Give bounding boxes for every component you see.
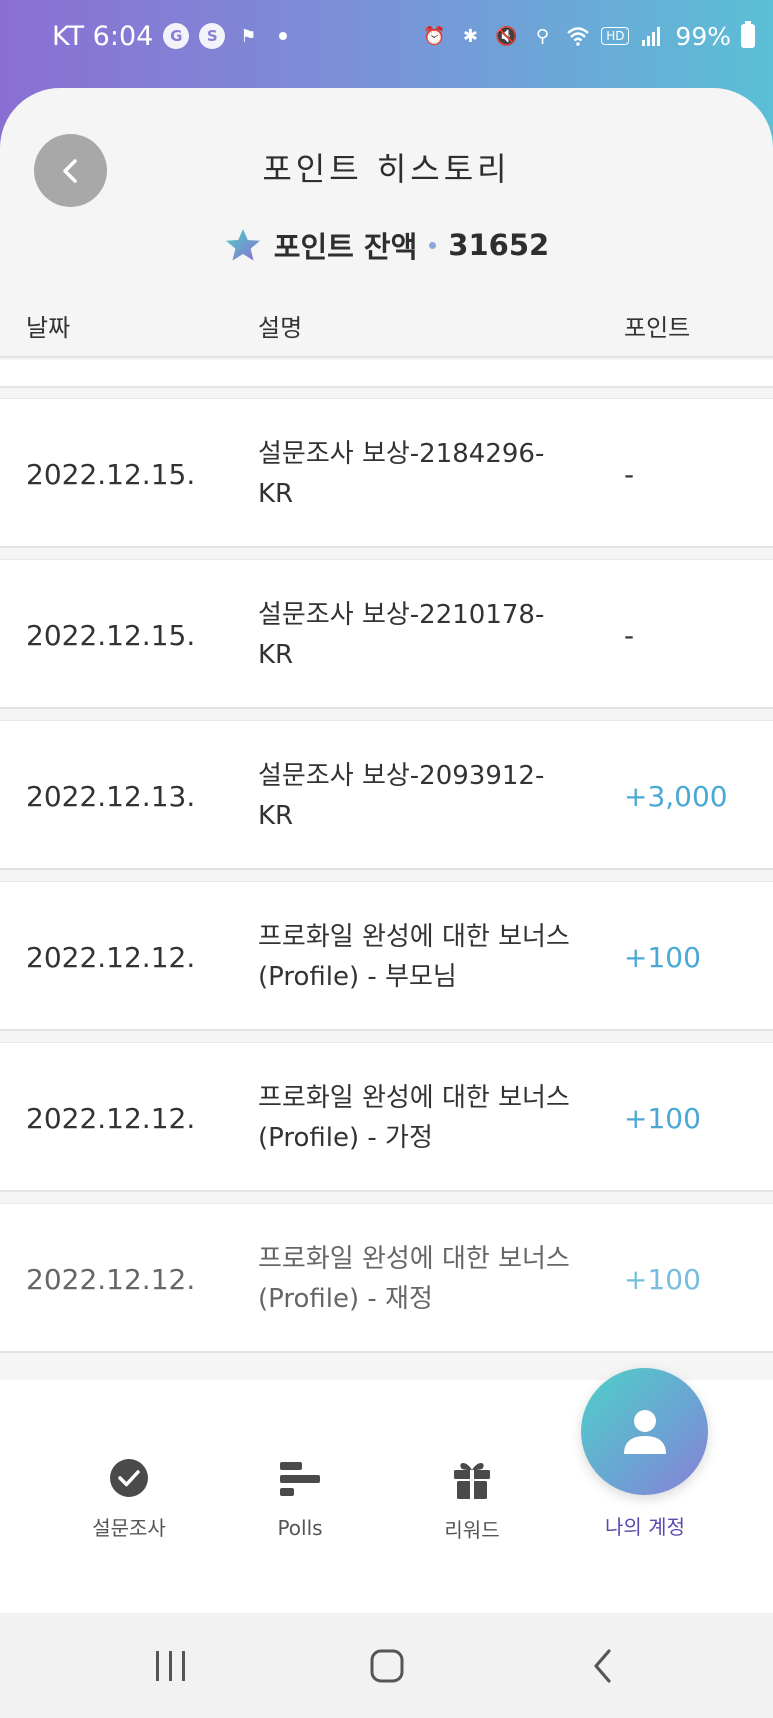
nav-label: Polls [277, 1516, 323, 1540]
row-points: +100 [624, 940, 701, 974]
column-points: 포인트 [624, 314, 691, 342]
row-date: 2022.12.15. [26, 457, 196, 491]
star-icon [225, 229, 260, 261]
table-row: 2022.12.12. 프로화일 완성에 대한 보너스 (Profile) - … [0, 1042, 773, 1192]
g-icon: G [163, 23, 190, 49]
row-date: 2022.12.12. [26, 1262, 196, 1296]
nav-item-surveys[interactable]: 설문조사 [49, 1380, 209, 1540]
signal-icon [639, 23, 665, 49]
row-description: 프로화일 완성에 대한 보너스 (Profile) - 부모님 [258, 922, 570, 992]
account-fab-button[interactable] [581, 1368, 708, 1495]
separator-dot-icon [429, 241, 437, 249]
system-nav-bar [0, 1613, 773, 1718]
flag-icon: ⚑ [240, 25, 257, 47]
recent-apps-button[interactable] [111, 1613, 231, 1718]
mute-icon: 🔇 [495, 25, 518, 47]
status-left: KT 6:04 G S ⚑ [52, 18, 288, 54]
battery-text: 99% [675, 21, 731, 51]
user-icon [623, 1409, 666, 1454]
table-row: 2022.12.13. 설문조사 보상-2093912-KR +3,000 [0, 720, 773, 870]
row-date: 2022.12.12. [26, 1101, 196, 1135]
row-points: - [624, 457, 635, 491]
notification-dot-icon [279, 32, 288, 40]
nav-label: 리워드 [444, 1518, 500, 1542]
home-icon [370, 1649, 404, 1682]
location-icon: ⚲ [535, 25, 550, 47]
nav-item-polls[interactable]: Polls [220, 1380, 380, 1540]
battery-icon [741, 21, 755, 48]
s-icon: S [199, 23, 226, 49]
points-balance: 포인트 잔액 31652 [0, 224, 773, 266]
row-description: 프로화일 완성에 대한 보너스 (Profile) - 가정 [258, 1083, 570, 1153]
back-chevron-icon [594, 1648, 611, 1683]
carrier-time: KT 6:04 [52, 20, 154, 52]
home-button[interactable] [327, 1613, 447, 1718]
recent-apps-icon [156, 1650, 185, 1681]
history-list[interactable]: 2022.12.15. 설문조사 보상-2184296-KR - 2022.12… [0, 360, 773, 1460]
bluetooth-icon: ✱ [462, 25, 478, 47]
column-date: 날짜 [26, 314, 71, 342]
balance-label: 포인트 잔액 [273, 230, 418, 264]
status-right: ⏰ ✱ 🔇 ⚲ HD 99% [421, 18, 755, 54]
table-row: 2022.12.12. 프로화일 완성에 대한 보너스 (Profile) - … [0, 881, 773, 1031]
row-points: +100 [624, 1101, 701, 1135]
row-date: 2022.12.15. [26, 618, 196, 652]
row-date: 2022.12.12. [26, 940, 196, 974]
row-description: 설문조사 보상-2184296-KR [258, 439, 545, 509]
table-row: 2022.12.12. 프로화일 완성에 대한 보너스 (Profile) - … [0, 1203, 773, 1353]
row-points: +3,000 [624, 779, 728, 813]
row-description: 프로화일 완성에 대한 보너스 (Profile) - 재정 [258, 1244, 570, 1314]
balance-value: 31652 [448, 228, 550, 262]
wifi-icon [565, 23, 591, 49]
table-row [0, 360, 773, 388]
row-points: - [624, 618, 635, 652]
table-row: 2022.12.15. 설문조사 보상-2184296-KR - [0, 398, 773, 548]
column-description: 설명 [258, 314, 303, 342]
row-description: 설문조사 보상-2210178-KR [258, 600, 545, 670]
bars-icon [278, 1458, 322, 1502]
gift-icon [450, 1458, 494, 1500]
table-header: 날짜 설명 포인트 [0, 288, 773, 358]
table-row: 2022.12.15. 설문조사 보상-2210178-KR - [0, 559, 773, 709]
page-title: 포인트 히스토리 [262, 150, 511, 188]
row-description: 설문조사 보상-2093912-KR [258, 761, 545, 831]
check-circle-icon [107, 1458, 151, 1498]
nav-item-rewards[interactable]: 리워드 [392, 1380, 552, 1542]
system-back-button[interactable] [543, 1613, 663, 1718]
nav-label: 나의 계정 [605, 1515, 685, 1539]
row-date: 2022.12.13. [26, 779, 196, 813]
nav-label: 설문조사 [92, 1516, 166, 1540]
alarm-icon: ⏰ [423, 25, 446, 47]
row-points: +100 [624, 1262, 701, 1296]
hd-icon: HD [601, 27, 630, 45]
